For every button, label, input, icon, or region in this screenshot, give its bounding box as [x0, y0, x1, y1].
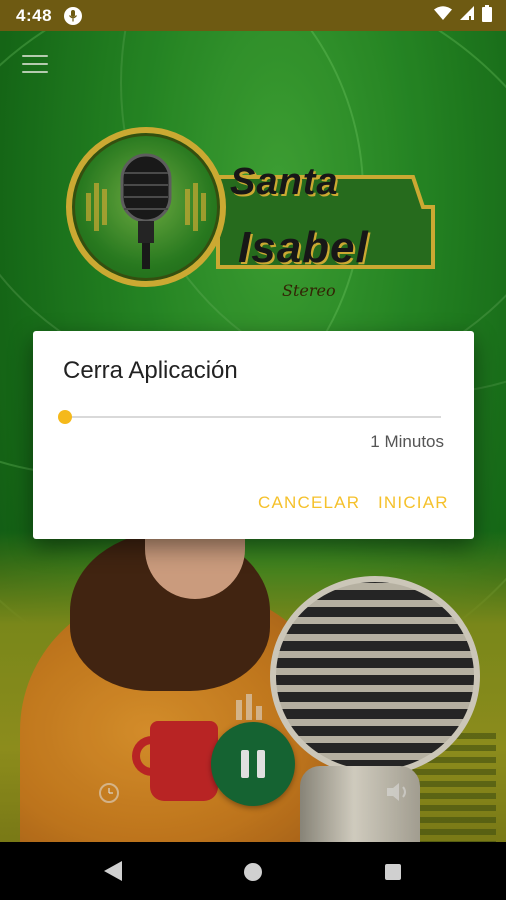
slider-value-label: 1 Minutos [370, 432, 444, 451]
mic-icon [64, 6, 83, 25]
status-icons [434, 4, 492, 27]
system-nav-bar [0, 842, 506, 900]
start-button[interactable]: INICIAR [378, 493, 449, 513]
sleep-timer-dialog: Cerra Aplicación 1 Minutos CANCELAR INIC… [33, 331, 474, 539]
status-bar: 4:48 [0, 0, 506, 31]
battery-icon [482, 4, 492, 27]
home-icon[interactable] [244, 863, 262, 881]
recents-icon[interactable] [385, 864, 401, 880]
slider-track[interactable] [65, 416, 441, 418]
back-icon[interactable] [104, 861, 122, 886]
dialog-title: Cerra Aplicación [63, 357, 238, 384]
wifi-icon [434, 6, 452, 25]
cancel-button[interactable]: CANCELAR [258, 493, 360, 513]
slider-thumb[interactable] [58, 410, 72, 424]
status-time: 4:48 [16, 5, 53, 25]
signal-icon [460, 6, 474, 25]
